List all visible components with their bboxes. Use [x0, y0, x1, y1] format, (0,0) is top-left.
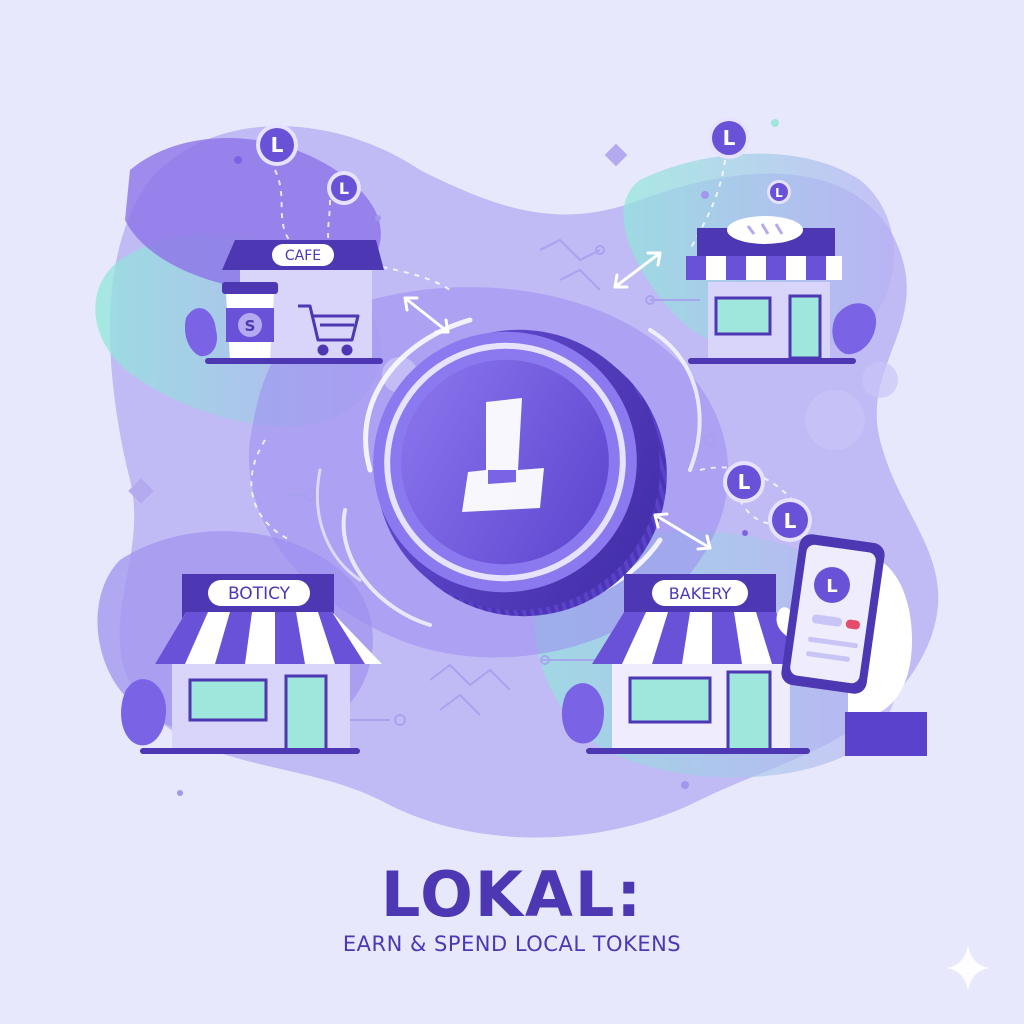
svg-text:L: L	[339, 179, 349, 198]
boutique-sign-label: BOTICY	[228, 584, 291, 604]
cafe-sign-label: CAFE	[285, 248, 321, 264]
svg-text:L: L	[775, 186, 783, 200]
awning	[686, 256, 842, 280]
page-subtitle: EARN & SPEND LOCAL TOKENS	[342, 932, 682, 956]
page-title: LOKAL:	[380, 858, 644, 931]
svg-text:L: L	[784, 509, 797, 533]
svg-text:S: S	[245, 317, 256, 335]
token-coin-icon: L	[256, 124, 298, 166]
token-coin-icon: L	[768, 498, 812, 542]
svg-text:L: L	[271, 133, 284, 157]
svg-text:L: L	[826, 576, 837, 597]
bakery-sign-label: BAKERY	[669, 584, 732, 603]
svg-text:L: L	[738, 470, 751, 494]
illustration: L L L L L L CAFE S BOTICY BAKERY L LOKAL…	[0, 0, 1024, 1024]
token-coin-icon: L	[708, 117, 750, 159]
token-coin-icon: L	[767, 180, 791, 204]
coffee-cup-icon: S	[222, 282, 278, 360]
bread-icon	[727, 216, 803, 244]
token-coin-icon: L	[327, 171, 361, 205]
token-coin-icon: L	[723, 461, 765, 503]
svg-text:L: L	[723, 126, 736, 150]
